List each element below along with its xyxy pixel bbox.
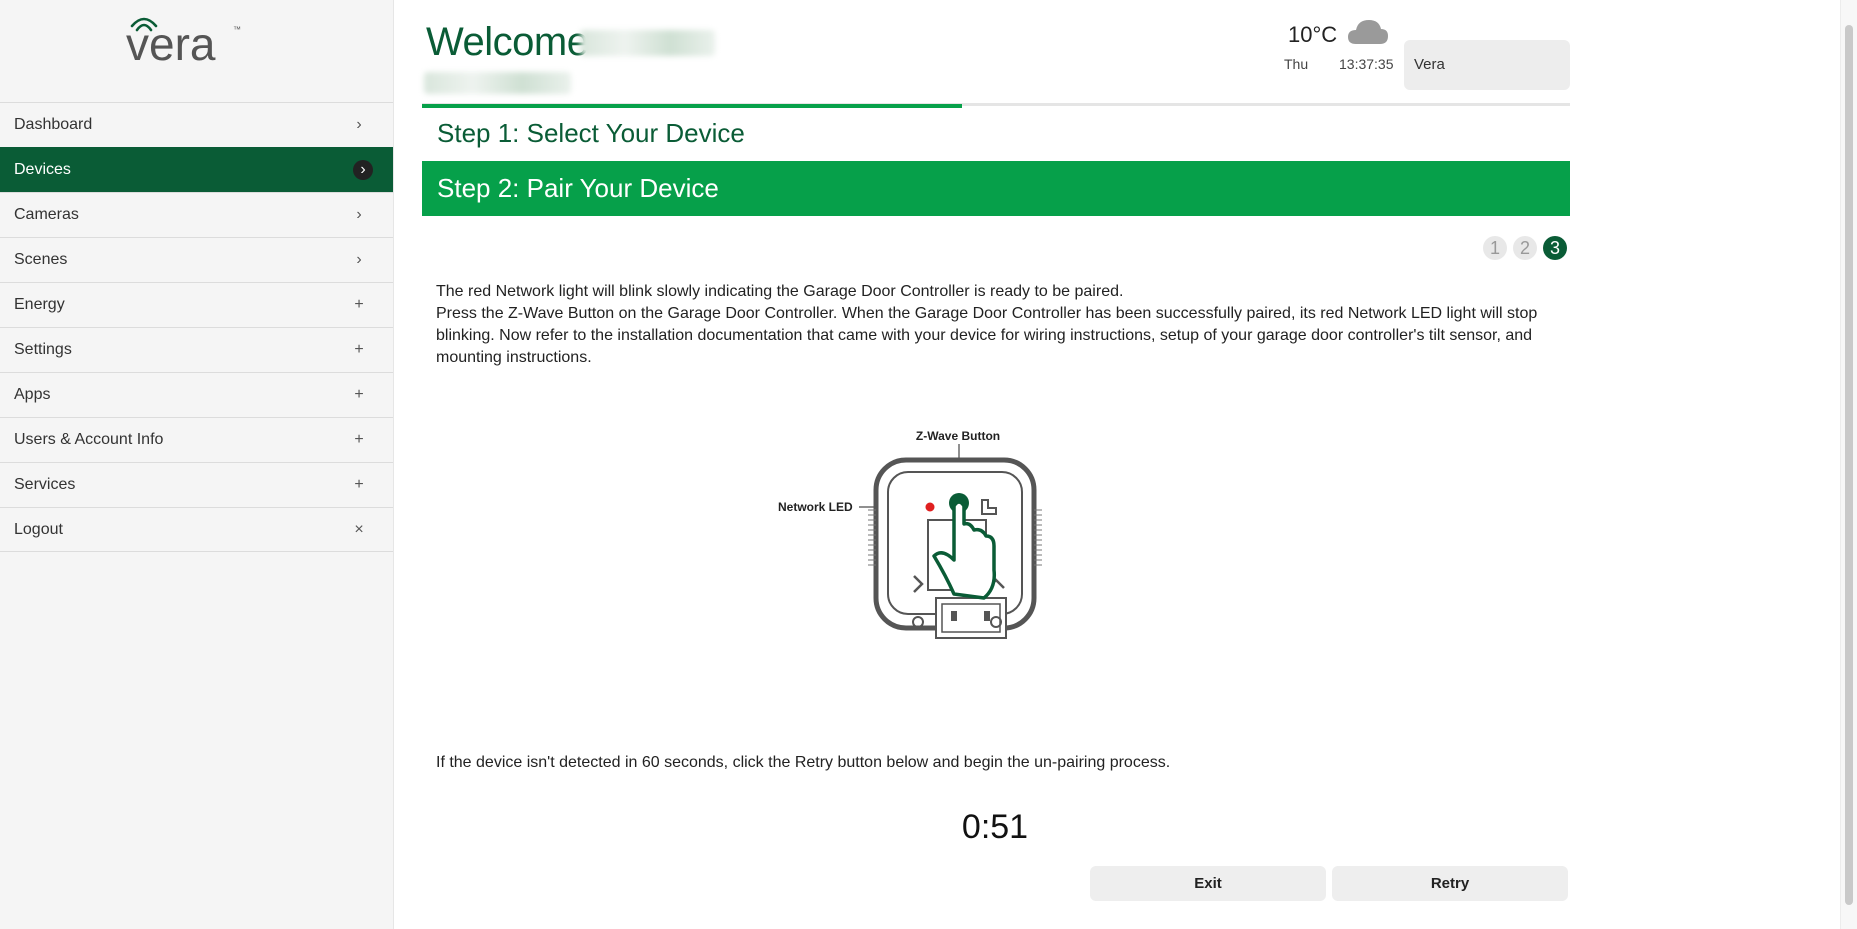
sidebar-item-scenes[interactable]: Scenes › [0,237,393,282]
plus-icon: + [354,431,364,448]
scrollbar-thumb[interactable] [1845,25,1853,905]
instruction-line-2: Press the Z-Wave Button on the Garage Do… [436,305,1538,366]
sidebar-item-devices[interactable]: Devices › [0,147,393,192]
user-subtitle-redacted [424,72,571,94]
cloud-icon [1348,20,1388,44]
instruction-line-1: The red Network light will blink slowly … [436,283,1124,300]
close-icon: × [354,520,364,538]
svg-text:™: ™ [233,25,241,34]
sidebar-item-label: Energy [14,296,65,313]
sidebar-nav: Dashboard › Devices › Cameras › Scenes › Energy +… [0,102,393,552]
chevron-right-icon: › [356,116,362,133]
pager-label: 2 [1519,237,1530,258]
weather-temperature: 10°C [1288,22,1338,47]
sidebar-item-label: Settings [14,341,72,358]
chevron-right-icon: › [356,206,362,223]
sidebar-item-label: Cameras [14,206,79,223]
wizard-progress-fill [422,104,962,108]
weather-day: Thu [1284,56,1309,72]
sidebar-item-apps[interactable]: Apps + [0,372,393,417]
user-name-redacted [580,30,715,56]
sidebar-item-label: Dashboard [14,116,93,133]
step-2-heading: Step 2: Pair Your Device [422,161,1570,216]
clock-time: 13:37:35 [1339,56,1394,72]
pager-page-1[interactable]: 1 [1483,236,1507,260]
svg-text:vera: vera [126,18,216,68]
page-scrollbar[interactable] [1840,0,1857,929]
plus-icon: + [354,341,364,358]
exit-button[interactable]: Exit [1090,866,1326,901]
retry-button[interactable]: Retry [1332,866,1568,901]
pager-label: 3 [1549,237,1560,258]
plus-icon: + [354,476,364,493]
sidebar-item-label: Users & Account Info [14,431,164,448]
sidebar-item-cameras[interactable]: Cameras › [0,192,393,237]
svg-text:Z-Wave Button: Z-Wave Button [916,429,1000,443]
sidebar-item-label: Scenes [14,251,68,268]
sidebar-item-label: Devices [14,161,71,178]
account-menu[interactable]: Vera [1404,40,1570,90]
retry-note: If the device isn't detected in 60 secon… [436,754,1171,771]
chevron-right-icon: › [356,251,362,268]
sidebar-item-label: Logout [14,520,63,538]
vera-logo[interactable]: vera ™ [126,8,266,68]
countdown-timer: 0:51 [961,808,1029,846]
step-1-heading[interactable]: Step 1: Select Your Device [437,118,745,149]
sidebar-item-users-account-info[interactable]: Users & Account Info + [0,417,393,462]
pager-label: 1 [1489,237,1500,258]
plus-icon: + [354,386,364,403]
svg-text:Network LED: Network LED [778,500,853,514]
plus-icon: + [354,296,364,313]
sidebar-item-energy[interactable]: Energy + [0,282,393,327]
garage-controller-illustration: Z-Wave Button Network LED [778,429,1042,639]
pairing-instructions: The red Network light will blink slowly … [436,281,1570,369]
chevron-right-icon: › [353,160,373,180]
pager-page-3[interactable]: 3 [1543,236,1567,260]
welcome-heading: Welcome [426,20,589,64]
sidebar-item-services[interactable]: Services + [0,462,393,507]
pager-page-2[interactable]: 2 [1513,236,1537,260]
sidebar: vera ™ Dashboard › Devices › Cameras › Scenes ›… [0,0,394,929]
step-2-label: Step 2: Pair Your Device [437,173,719,203]
sidebar-item-dashboard[interactable]: Dashboard › [0,102,393,147]
sidebar-item-label: Services [14,476,76,493]
sidebar-item-settings[interactable]: Settings + [0,327,393,372]
sidebar-item-logout[interactable]: Logout × [0,507,393,552]
sidebar-item-label: Apps [14,386,51,403]
